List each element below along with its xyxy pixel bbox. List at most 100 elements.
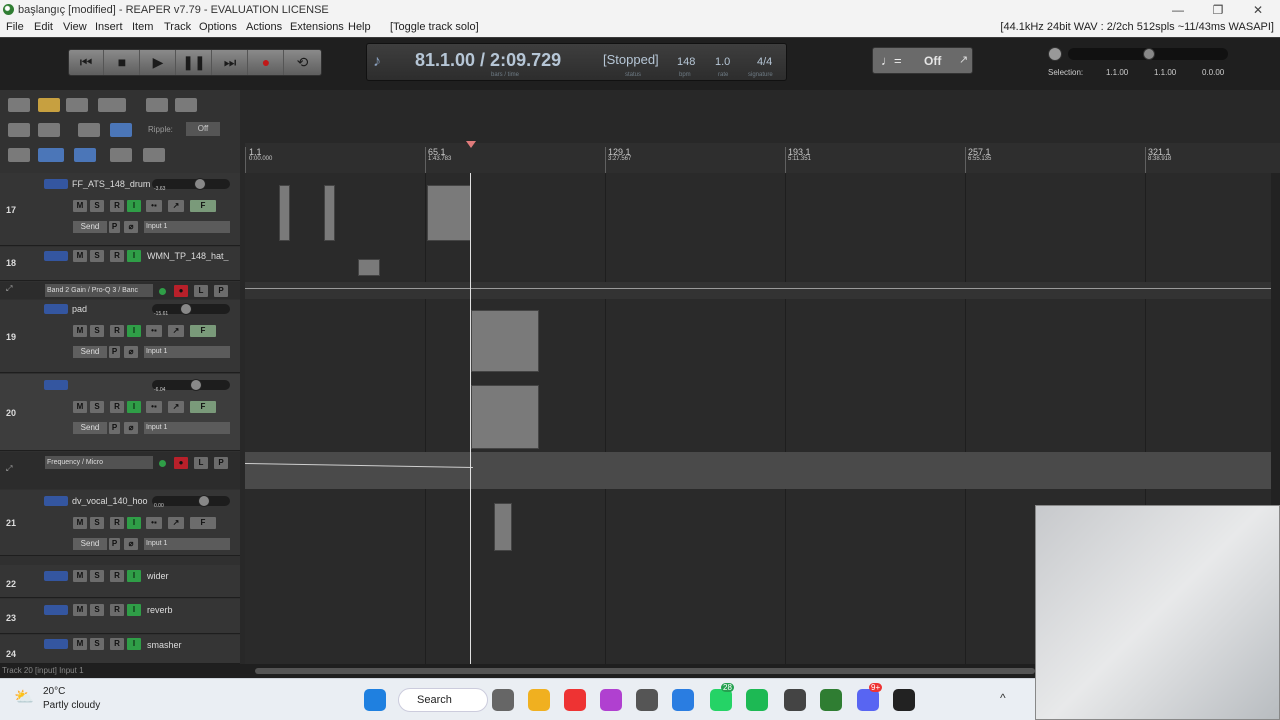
mute-button[interactable]: M	[73, 200, 87, 212]
send-button[interactable]: Send	[73, 221, 107, 233]
solo-button[interactable]: S	[90, 570, 104, 582]
input-monitor-button[interactable]: I	[127, 325, 141, 337]
volume-knob[interactable]	[180, 303, 192, 315]
record-arm-button[interactable]	[44, 496, 68, 506]
spotify-icon[interactable]	[746, 689, 768, 711]
menu-item[interactable]: Item	[132, 21, 153, 33]
phase-button[interactable]: ⌀	[124, 346, 138, 358]
close-icon[interactable]: ✕	[1243, 0, 1273, 20]
taskbar-search[interactable]: Search	[398, 688, 488, 712]
envelope-p-button[interactable]: P	[214, 285, 228, 297]
mute-button[interactable]: M	[73, 325, 87, 337]
input-monitor-button[interactable]: I	[127, 570, 141, 582]
input-monitor-button[interactable]: I	[127, 604, 141, 616]
menu-track[interactable]: Track	[164, 21, 191, 33]
track-name[interactable]: pad	[72, 304, 142, 314]
track-18[interactable]: 18 M S R I WMN_TP_148_hat_	[0, 247, 240, 281]
track-name[interactable]: wider	[147, 571, 227, 581]
input-select[interactable]: Input 1	[144, 422, 230, 434]
solo-button[interactable]: S	[90, 517, 104, 529]
weather-temp[interactable]: 20°C	[43, 686, 65, 697]
envelope-line[interactable]	[245, 288, 1271, 289]
menu-actions[interactable]: Actions	[246, 21, 282, 33]
record-arm-button[interactable]	[44, 179, 68, 189]
timeline-ruler[interactable]: 1.1 0:00.000 65.1 1:43.783 129.1 3:27.567 1…	[245, 143, 1280, 173]
envelope-lane-area[interactable]	[245, 282, 1271, 299]
menu-file[interactable]: File	[6, 21, 24, 33]
input-monitor-button[interactable]: I	[127, 250, 141, 262]
save-icon[interactable]	[66, 98, 88, 112]
input-select[interactable]: Input 1	[144, 221, 230, 233]
track-name[interactable]: dv_vocal_140_hoo	[72, 496, 150, 506]
crossfade-icon[interactable]	[110, 123, 132, 137]
restore-icon[interactable]: ❐	[1203, 0, 1233, 20]
mixer-icon[interactable]	[8, 148, 30, 162]
store-icon[interactable]	[672, 689, 694, 711]
obs-icon[interactable]	[784, 689, 806, 711]
automation-icon[interactable]: ↗	[168, 200, 184, 212]
route-button[interactable]: R	[110, 250, 124, 262]
reaper-taskbar-icon[interactable]	[820, 689, 842, 711]
phase-button[interactable]: ⌀	[124, 221, 138, 233]
track-name[interactable]: smasher	[147, 640, 227, 650]
stop-button[interactable]: ■	[105, 50, 140, 75]
mute-button[interactable]: M	[73, 401, 87, 413]
record-arm-button[interactable]	[44, 251, 68, 261]
track-21[interactable]: 21 dv_vocal_140_hoo 0.00 M S R I •▪ ↗ F …	[0, 490, 240, 556]
input-monitor-button[interactable]: I	[127, 638, 141, 650]
position-display[interactable]: 81.1.00 / 2:09.729	[415, 50, 561, 71]
chrome-icon[interactable]	[564, 689, 586, 711]
phase-button[interactable]: ⌀	[124, 422, 138, 434]
menu-insert[interactable]: Insert	[95, 21, 123, 33]
media-item[interactable]	[358, 259, 380, 276]
mute-button[interactable]: M	[73, 570, 87, 582]
record-arm-button[interactable]	[44, 380, 68, 390]
item-snap-icon[interactable]	[38, 123, 60, 137]
repeat-button[interactable]: ⟲	[285, 50, 320, 75]
undo-icon[interactable]	[146, 98, 168, 112]
solo-button[interactable]: S	[90, 604, 104, 616]
play-button[interactable]: ▶	[141, 50, 176, 75]
fx-button[interactable]: F	[190, 200, 216, 212]
route-button[interactable]: R	[110, 200, 124, 212]
route-button[interactable]: R	[110, 517, 124, 529]
automation-icon[interactable]: ↗	[168, 401, 184, 413]
route-button[interactable]: R	[110, 570, 124, 582]
input-select[interactable]: Input 1	[144, 538, 230, 550]
record-arm-button[interactable]	[44, 639, 68, 649]
windows-start-icon[interactable]	[364, 689, 386, 711]
metronome-icon[interactable]: ♪	[373, 53, 381, 71]
envelope-p-button[interactable]: P	[214, 457, 228, 469]
master-fader-knob[interactable]	[1143, 48, 1155, 60]
automation-icon[interactable]: ↗	[168, 517, 184, 529]
track-20[interactable]: 20 -6.04 M S R I •▪ ↗ F Send P ⌀ Input 1	[0, 374, 240, 451]
trim-icon[interactable]	[78, 123, 100, 137]
media-item[interactable]	[471, 385, 539, 449]
fx-button[interactable]: F	[190, 401, 216, 413]
track-23[interactable]: 23 M S R I reverb	[0, 599, 240, 634]
send-button[interactable]: Send	[73, 346, 107, 358]
envelope-parameter-select[interactable]: Band 2 Gain / Pro-Q 3 / Banc	[45, 284, 153, 297]
file-explorer-icon[interactable]	[528, 689, 550, 711]
record-arm-button[interactable]	[44, 571, 68, 581]
pause-button[interactable]: ❚❚	[177, 50, 212, 75]
metronome-arrow-icon[interactable]: ↗	[959, 53, 968, 66]
track-19[interactable]: 19 pad -15.61 M S R I •▪ ↗ F Send P ⌀ In…	[0, 300, 240, 373]
master-volume-knob[interactable]	[1048, 47, 1062, 61]
mute-button[interactable]: M	[73, 604, 87, 616]
phase-button[interactable]: ⌀	[124, 538, 138, 550]
route-button[interactable]: R	[110, 325, 124, 337]
automation-icon[interactable]: ↗	[168, 325, 184, 337]
track-name[interactable]: FF_ATS_148_drum	[72, 179, 150, 189]
solo-button[interactable]: S	[90, 638, 104, 650]
fx-button[interactable]: F	[190, 517, 216, 529]
new-track-icon[interactable]	[8, 98, 30, 112]
minimize-icon[interactable]: —	[1163, 0, 1193, 20]
media-item[interactable]	[324, 185, 335, 241]
send-button[interactable]: Send	[73, 422, 107, 434]
menu-view[interactable]: View	[63, 21, 87, 33]
envelope-arm-button[interactable]: ●	[174, 457, 188, 469]
media-item[interactable]	[471, 310, 539, 372]
input-monitor-button[interactable]: I	[127, 517, 141, 529]
input-monitor-button[interactable]: I	[127, 401, 141, 413]
